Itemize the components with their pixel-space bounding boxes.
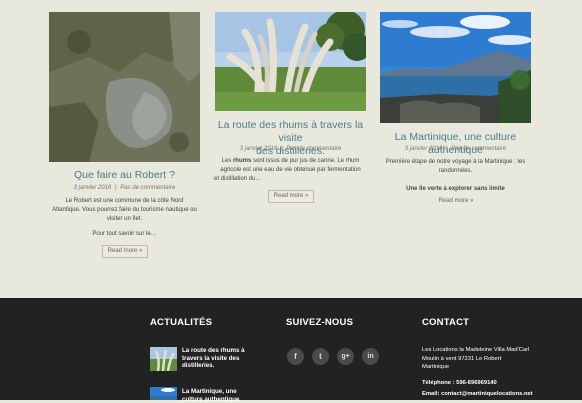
comments-link[interactable]: Pas de commentaire	[451, 146, 506, 152]
excerpt-line: Atlantique. Vous pourrez faire du touris…	[49, 206, 200, 215]
excerpt-line: randonnées.	[378, 167, 533, 176]
twitter-icon[interactable]: t	[312, 348, 329, 365]
meta-separator: |	[444, 146, 450, 152]
article-excerpt-extra: Pour tout savoir sur le…	[49, 230, 200, 239]
read-more-button[interactable]: Read more »	[268, 190, 314, 203]
article-excerpt: Le Robert est une commune de la côte Nor…	[49, 197, 200, 224]
article-image-aerial[interactable]	[49, 12, 200, 162]
article-date: 3 janvier 2016	[405, 146, 443, 152]
news-title-line[interactable]: culture authentique	[182, 396, 252, 403]
news-thumbnail[interactable]	[150, 347, 177, 371]
excerpt-line: et distillation du…	[212, 175, 369, 184]
news-title-line[interactable]: La route des rhums à	[182, 347, 252, 355]
news-title[interactable]: La route des rhums à travers la visite d…	[182, 347, 252, 370]
news-thumbnail[interactable]	[150, 387, 177, 400]
comments-link[interactable]: Pas de commentaire	[286, 146, 341, 152]
excerpt-text: sont issus de pur jus de canne. Le rhum	[251, 158, 359, 164]
title-line[interactable]: La route des rhums à travers la visite	[208, 119, 373, 145]
read-more-button[interactable]: Read more »	[434, 196, 478, 207]
news-title-line[interactable]: travers la visite des	[182, 355, 252, 363]
address-line: Les Locations la Madeleine Villa Mad'Car…	[422, 346, 529, 355]
article-date: 3 janvier 2016	[240, 146, 278, 152]
article-title[interactable]: La Martinique, une culture authentique	[373, 131, 538, 157]
comments-link[interactable]: Pas de commentaire	[120, 185, 175, 191]
excerpt-line: visiter un îlet.	[49, 215, 200, 224]
excerpt-line: agricole est une eau de vie obtenue par …	[212, 166, 369, 175]
article-image-pampas-grass[interactable]	[215, 12, 366, 111]
excerpt-line: Les rhums sont issus de pur jus de canne…	[212, 157, 369, 166]
news-title-line[interactable]: La Martinique, une	[182, 388, 252, 396]
article-excerpt: Les rhums sont issus de pur jus de canne…	[212, 157, 369, 184]
contact-email[interactable]: Email: contact@martiniquelocations.net	[422, 390, 533, 399]
excerpt-line: Première étape de notre voyage à la Mart…	[378, 158, 533, 167]
social-heading: SUIVEZ-NOUS	[286, 317, 353, 328]
article-meta: 3 janvier 2016 | Pas de commentaire	[380, 146, 531, 152]
blog-section: Que faire au Robert ? 3 janvier 2016 | P…	[0, 0, 582, 298]
article-excerpt-extra: Une île verte à explorer sans limite	[380, 185, 531, 194]
excerpt-line: Le Robert est une commune de la côte Nor…	[49, 197, 200, 206]
article-image-coast[interactable]	[380, 12, 531, 123]
read-more-button[interactable]: Read more »	[102, 245, 148, 258]
meta-separator: |	[113, 185, 119, 191]
article-date: 3 janvier 2016	[74, 185, 112, 191]
contact-phone: Téléphone : 596-696969140	[422, 379, 497, 388]
address-line: Martinique	[422, 363, 529, 372]
article-title[interactable]: Que faire au Robert ?	[49, 169, 200, 182]
excerpt-text: Les	[222, 158, 233, 164]
news-heading: ACTUALITÉS	[150, 317, 212, 328]
contact-heading: CONTACT	[422, 317, 469, 328]
contact-address: Les Locations la Madeleine Villa Mad'Car…	[422, 346, 529, 372]
article-meta: 3 janvier 2016 | Pas de commentaire	[215, 146, 366, 152]
address-line: Moulin à vent 97231 Le Robert	[422, 355, 529, 364]
article-title[interactable]: La route des rhums à travers la visite d…	[208, 119, 373, 158]
facebook-icon[interactable]: f	[287, 348, 304, 365]
google-plus-icon[interactable]: g+	[337, 348, 354, 365]
news-title-line[interactable]: distilleries.	[182, 362, 252, 370]
article-meta: 3 janvier 2016 | Pas de commentaire	[49, 185, 200, 191]
article-excerpt: Première étape de notre voyage à la Mart…	[378, 158, 533, 176]
meta-separator: |	[279, 146, 285, 152]
news-title[interactable]: La Martinique, une culture authentique	[182, 388, 252, 403]
linkedin-icon[interactable]: in	[362, 348, 379, 365]
excerpt-bold: rhums	[233, 158, 251, 164]
